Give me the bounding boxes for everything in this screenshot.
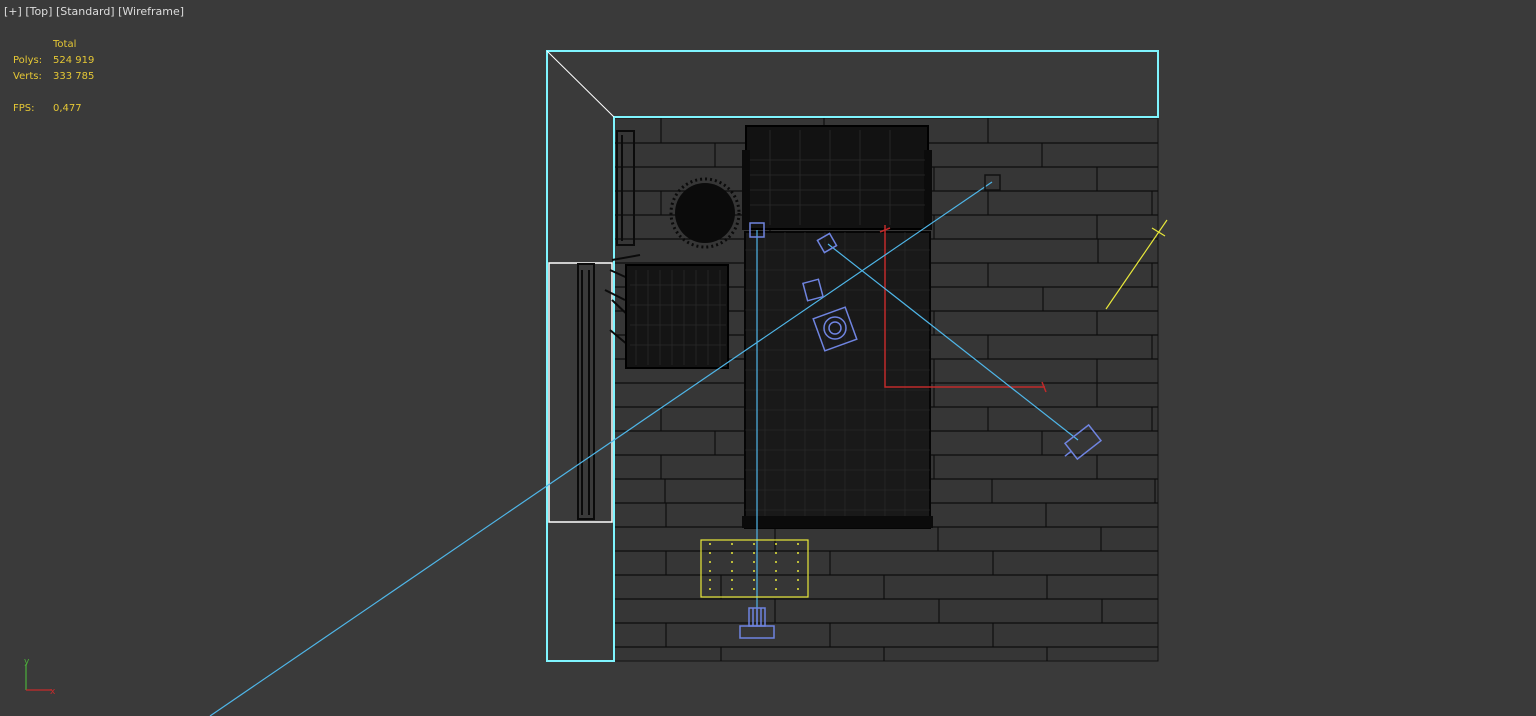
fps-label: FPS:	[13, 103, 35, 114]
polys-value: 524 919	[53, 55, 95, 66]
viewport-view-menu[interactable]: [Top]	[25, 5, 52, 18]
bed-blanket[interactable]	[742, 231, 933, 529]
bed-headboard[interactable]	[742, 125, 932, 230]
fps-value: 0,477	[53, 103, 82, 114]
polys-label: Polys:	[13, 55, 43, 66]
armchair[interactable]	[625, 264, 729, 369]
axis-x-label: x	[50, 687, 56, 697]
viewport-label-menu[interactable]: [+] [Top] [Standard] [Wireframe]	[4, 5, 184, 18]
viewport-shading-menu[interactable]: [Standard]	[56, 5, 115, 18]
viewport-plus-menu[interactable]: [+]	[4, 5, 22, 18]
scene-canvas[interactable]	[0, 0, 1536, 716]
verts-value: 333 785	[53, 71, 95, 82]
stats-header: Total	[53, 39, 77, 50]
viewport-mode-menu[interactable]: [Wireframe]	[118, 5, 184, 18]
viewport-top[interactable]: y x [+] [Top] [Standard] [Wireframe] Tot…	[0, 0, 1536, 716]
axis-y-label: y	[24, 657, 30, 667]
verts-label: Verts:	[13, 71, 42, 82]
